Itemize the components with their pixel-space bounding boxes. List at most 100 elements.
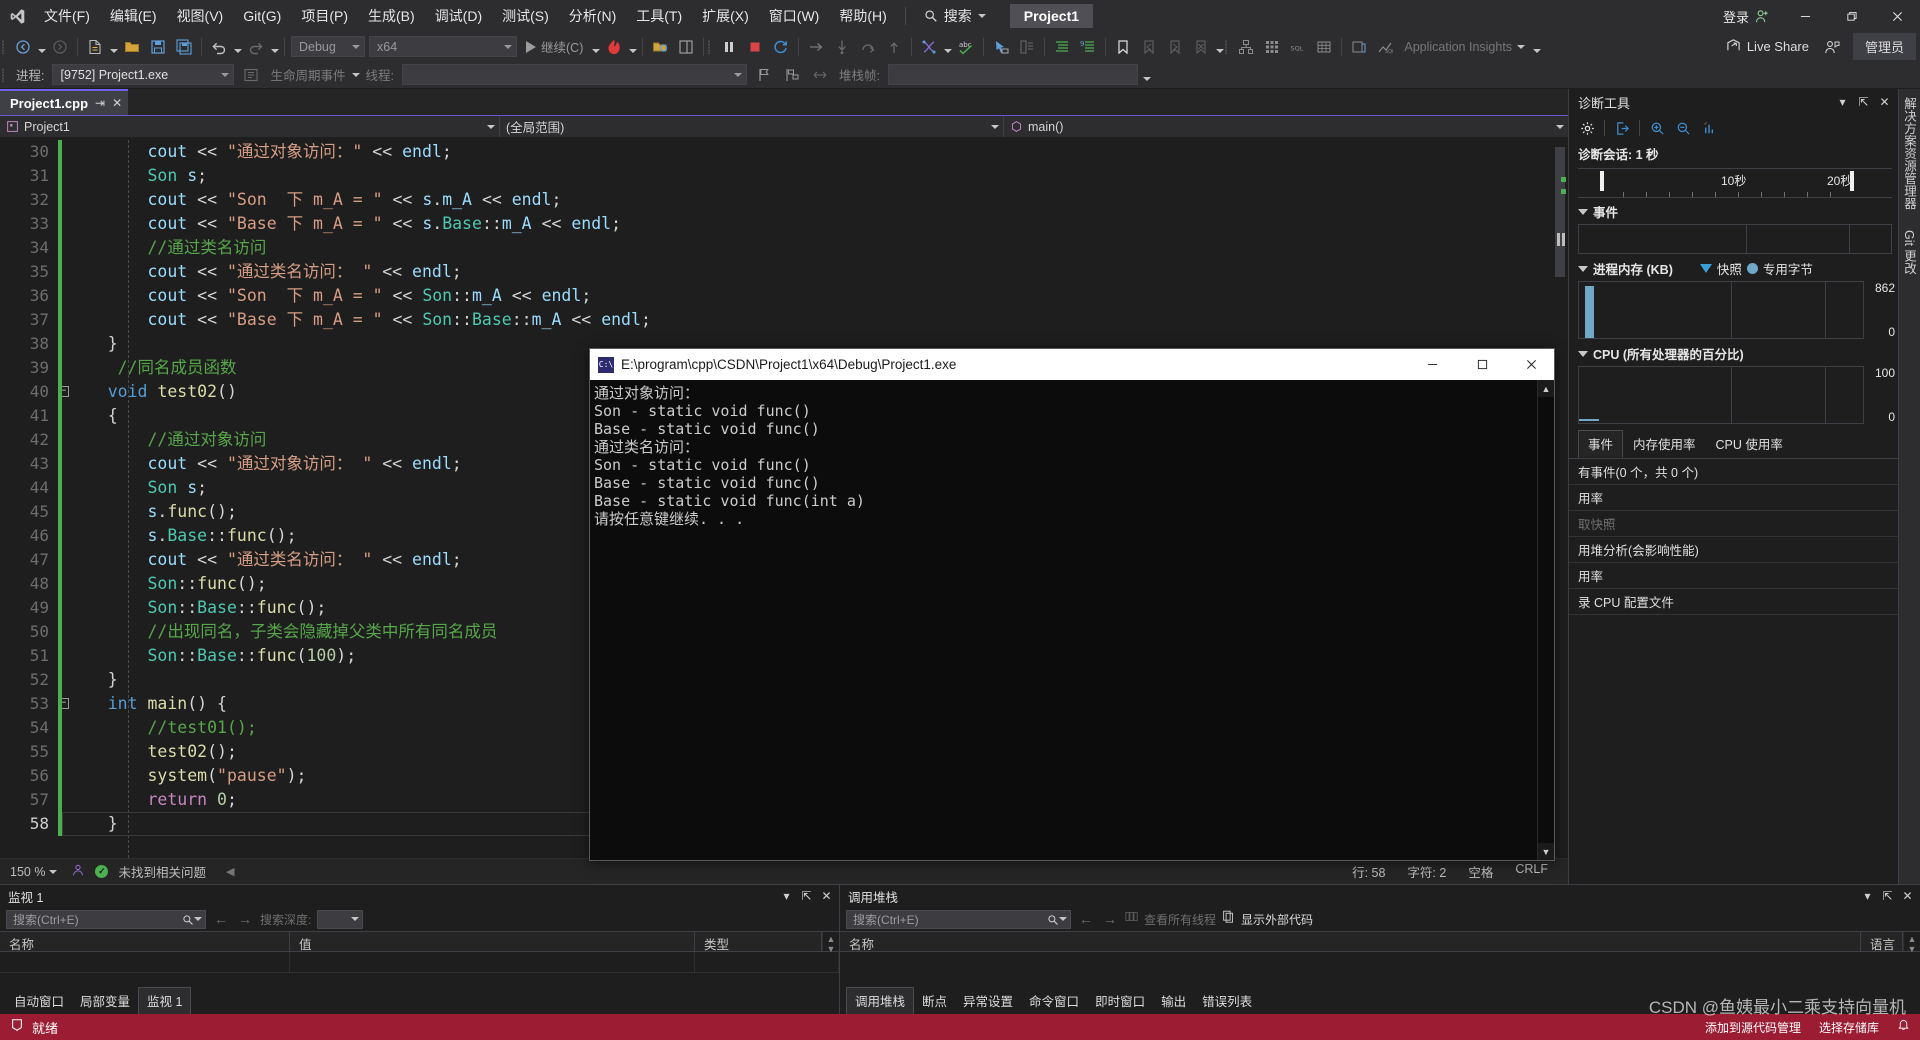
pin-icon[interactable]: ⇥	[95, 97, 105, 109]
tab-error-list[interactable]: 错误列表	[1194, 988, 1260, 1014]
continue-debug-button[interactable]: 继续(C)	[519, 35, 590, 59]
tab-events[interactable]: 事件	[1578, 430, 1624, 458]
watch-search-next-button[interactable]: →	[236, 911, 254, 927]
call-stack-scrollbar[interactable]: ▲ ▼	[1903, 932, 1920, 954]
tab-output[interactable]: 输出	[1153, 988, 1194, 1014]
watch-col-name[interactable]: 名称	[0, 932, 290, 952]
watch-search-prev-button[interactable]: ←	[212, 911, 230, 927]
collapse-region-icon[interactable]: −	[62, 386, 69, 397]
table-row[interactable]	[0, 952, 839, 973]
debug-toolbar-grip[interactable]	[708, 38, 716, 56]
toggle-bookmark-button[interactable]	[1110, 35, 1136, 59]
code-line[interactable]: cout << "Base 下 m_A = " << Son::Base::m_…	[62, 308, 1568, 332]
panel-dropdown-icon[interactable]: ▾	[1858, 887, 1877, 906]
threads-dropdown[interactable]	[942, 35, 953, 59]
next-bookmark-button[interactable]	[1162, 35, 1188, 59]
call-stack-grid-body[interactable]	[840, 952, 1920, 990]
search-box[interactable]: 搜索	[914, 3, 996, 29]
document-tab-project1-cpp[interactable]: Project1.cpp ⇥ ✕	[0, 89, 129, 115]
console-scroll-track[interactable]	[1538, 397, 1554, 843]
toggle-window-layout-button[interactable]	[673, 35, 699, 59]
live-visual-tree-button[interactable]	[1014, 35, 1040, 59]
call-stack-search-next-button[interactable]: →	[1101, 911, 1119, 927]
nav-project-combo[interactable]: Project1	[0, 116, 500, 137]
menu-debug[interactable]: 调试(D)	[425, 0, 492, 32]
undo-button[interactable]	[206, 35, 232, 59]
menu-git[interactable]: Git(G)	[233, 0, 291, 32]
debug-location-grip[interactable]	[2, 66, 10, 84]
new-file-dropdown[interactable]	[108, 35, 119, 59]
show-next-statement-button[interactable]	[803, 35, 829, 59]
code-line[interactable]: cout << "通过类名访问： " << endl;	[62, 260, 1568, 284]
close-icon[interactable]: ✕	[112, 97, 122, 109]
solution-explorer-tab[interactable]: 解决方案资源管理器	[1900, 97, 1919, 210]
maximize-restore-button[interactable]	[1828, 0, 1874, 32]
threads-window-button[interactable]	[916, 35, 942, 59]
menu-view[interactable]: 视图(V)	[167, 0, 234, 32]
events-section-header[interactable]: 事件	[1569, 198, 1898, 224]
step-over-button[interactable]	[855, 35, 881, 59]
tab-memory-usage[interactable]: 内存使用率	[1623, 430, 1706, 458]
diagnostic-row[interactable]: 用堆分析(会影响性能)	[1569, 537, 1898, 563]
sql-server-object-explorer-button[interactable]: SQL	[1285, 35, 1311, 59]
select-element-button[interactable]	[988, 35, 1014, 59]
zoom-in-icon-button[interactable]	[1645, 117, 1669, 139]
menu-extensions[interactable]: 扩展(X)	[692, 0, 759, 32]
chevron-down-icon[interactable]	[1059, 917, 1067, 921]
toolbar-grip-2[interactable]	[1225, 38, 1233, 56]
class-view-button[interactable]	[1233, 35, 1259, 59]
console-maximize-button[interactable]	[1460, 349, 1505, 380]
tab-cpu-usage[interactable]: CPU 使用率	[1706, 430, 1793, 458]
watch-scrollbar[interactable]: ▲ ▼	[822, 932, 839, 954]
code-health-icon[interactable]	[71, 863, 85, 880]
tab-autos[interactable]: 自动窗口	[6, 988, 72, 1014]
console-scroll-up-button[interactable]: ▲	[1538, 380, 1554, 397]
code-line[interactable]: //通过类名访问	[62, 236, 1568, 260]
line-ending-label[interactable]: CRLF	[1515, 862, 1548, 881]
reset-view-icon-button[interactable]	[1697, 117, 1721, 139]
clear-bookmarks-button[interactable]	[1188, 35, 1214, 59]
zoom-out-icon-button[interactable]	[1671, 117, 1695, 139]
stack-frame-nav-button[interactable]	[807, 63, 833, 87]
console-minimize-button[interactable]	[1410, 349, 1455, 380]
menu-window[interactable]: 窗口(W)	[759, 0, 830, 32]
new-file-button[interactable]	[82, 35, 108, 59]
diagnostic-row[interactable]: 录 CPU 配置文件	[1569, 589, 1898, 615]
save-all-button[interactable]	[171, 35, 197, 59]
sign-in-button[interactable]: 登录	[1711, 7, 1782, 26]
call-stack-col-language[interactable]: 语言	[1861, 932, 1903, 952]
issues-prev-arrow[interactable]: ◀	[226, 865, 234, 878]
bookmark-overflow[interactable]	[1214, 35, 1225, 59]
uncomment-block-button[interactable]: 9	[1075, 35, 1101, 59]
navigate-back-button[interactable]	[10, 35, 36, 59]
call-stack-search-input[interactable]: 搜索(Ctrl+E)	[846, 909, 1071, 929]
solution-platform-combo[interactable]: x64	[369, 36, 517, 57]
diagnostic-row[interactable]: 取快照	[1569, 511, 1898, 537]
nav-scope-combo[interactable]: (全局范围)	[500, 116, 1004, 137]
live-share-button[interactable]: Live Share	[1716, 38, 1819, 56]
menu-build[interactable]: 生成(B)	[358, 0, 425, 32]
settings-gear-icon-button[interactable]	[1575, 117, 1599, 139]
stop-debugging-button[interactable]	[742, 35, 768, 59]
close-button[interactable]	[1874, 0, 1920, 32]
git-changes-tab[interactable]: Git 更改	[1900, 230, 1919, 274]
tab-immediate-window[interactable]: 即时窗口	[1087, 988, 1153, 1014]
memory-section-header[interactable]: 进程内存 (KB) 快照 专用字节	[1569, 254, 1898, 281]
code-line[interactable]: cout << "Son 下 m_A = " << s.m_A << endl;	[62, 188, 1568, 212]
hot-reload-dropdown[interactable]	[627, 35, 638, 59]
code-line[interactable]: cout << "通过对象访问：" << endl;	[62, 140, 1568, 164]
chevron-down-icon[interactable]	[351, 72, 360, 77]
tab-watch-1[interactable]: 监视 1	[138, 987, 192, 1014]
navigate-forward-button[interactable]	[47, 35, 73, 59]
code-line[interactable]: Son s;	[62, 164, 1568, 188]
pin-icon[interactable]: ⇱	[1878, 887, 1897, 906]
feedback-icon-button[interactable]	[1819, 35, 1845, 59]
console-close-button[interactable]	[1509, 349, 1554, 380]
tab-command-window[interactable]: 命令窗口	[1021, 988, 1087, 1014]
stack-frame-combo[interactable]	[887, 64, 1138, 85]
tab-breakpoints[interactable]: 断点	[914, 988, 955, 1014]
close-icon[interactable]: ✕	[817, 887, 836, 906]
server-explorer-button[interactable]	[1311, 35, 1337, 59]
navigate-back-dropdown[interactable]	[36, 35, 47, 59]
previous-bookmark-button[interactable]	[1136, 35, 1162, 59]
